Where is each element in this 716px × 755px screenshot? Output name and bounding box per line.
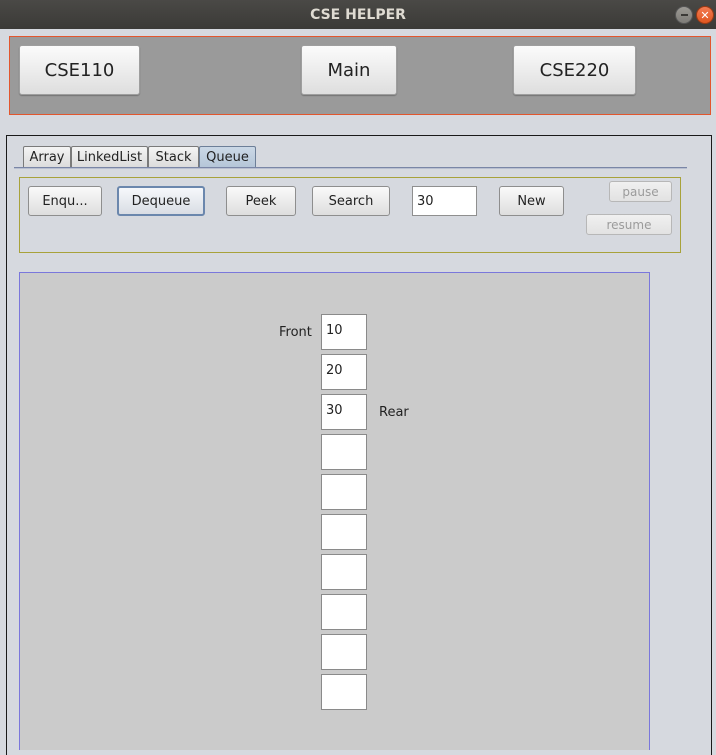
queue-cell <box>321 634 367 670</box>
peek-button[interactable]: Peek <box>226 186 296 216</box>
rear-label: Rear <box>379 405 409 420</box>
queue-cell: 30 <box>321 394 367 430</box>
queue-cell: 10 <box>321 314 367 350</box>
tab-queue[interactable]: Queue <box>199 146 256 167</box>
window-titlebar: CSE HELPER <box>0 0 716 29</box>
tab-linkedlist[interactable]: LinkedList <box>71 146 148 167</box>
queue-cell <box>321 434 367 470</box>
search-button[interactable]: Search <box>312 186 390 216</box>
queue-cell: 20 <box>321 354 367 390</box>
window-title: CSE HELPER <box>310 6 406 23</box>
resume-button[interactable]: resume <box>586 214 672 235</box>
tab-stack[interactable]: Stack <box>148 146 199 167</box>
value-input[interactable] <box>412 186 477 216</box>
close-icon[interactable]: ✕ <box>696 6 714 24</box>
queue-cell <box>321 674 367 710</box>
queue-cell <box>321 594 367 630</box>
enqueue-button[interactable]: Enqu... <box>28 186 102 216</box>
top-nav-panel: CSE110 Main CSE220 <box>9 36 711 115</box>
tab-array[interactable]: Array <box>23 146 71 167</box>
tab-divider <box>14 167 687 169</box>
front-label: Front <box>279 325 312 340</box>
queue-cell <box>321 514 367 550</box>
minimize-icon[interactable] <box>675 6 693 24</box>
main-button[interactable]: Main <box>301 45 397 95</box>
pause-button[interactable]: pause <box>609 181 672 202</box>
cse220-button[interactable]: CSE220 <box>513 45 636 95</box>
cse110-button[interactable]: CSE110 <box>19 45 140 95</box>
queue-cell <box>321 554 367 590</box>
dequeue-button[interactable]: Dequeue <box>117 186 205 216</box>
new-button[interactable]: New <box>499 186 564 216</box>
queue-cell <box>321 474 367 510</box>
